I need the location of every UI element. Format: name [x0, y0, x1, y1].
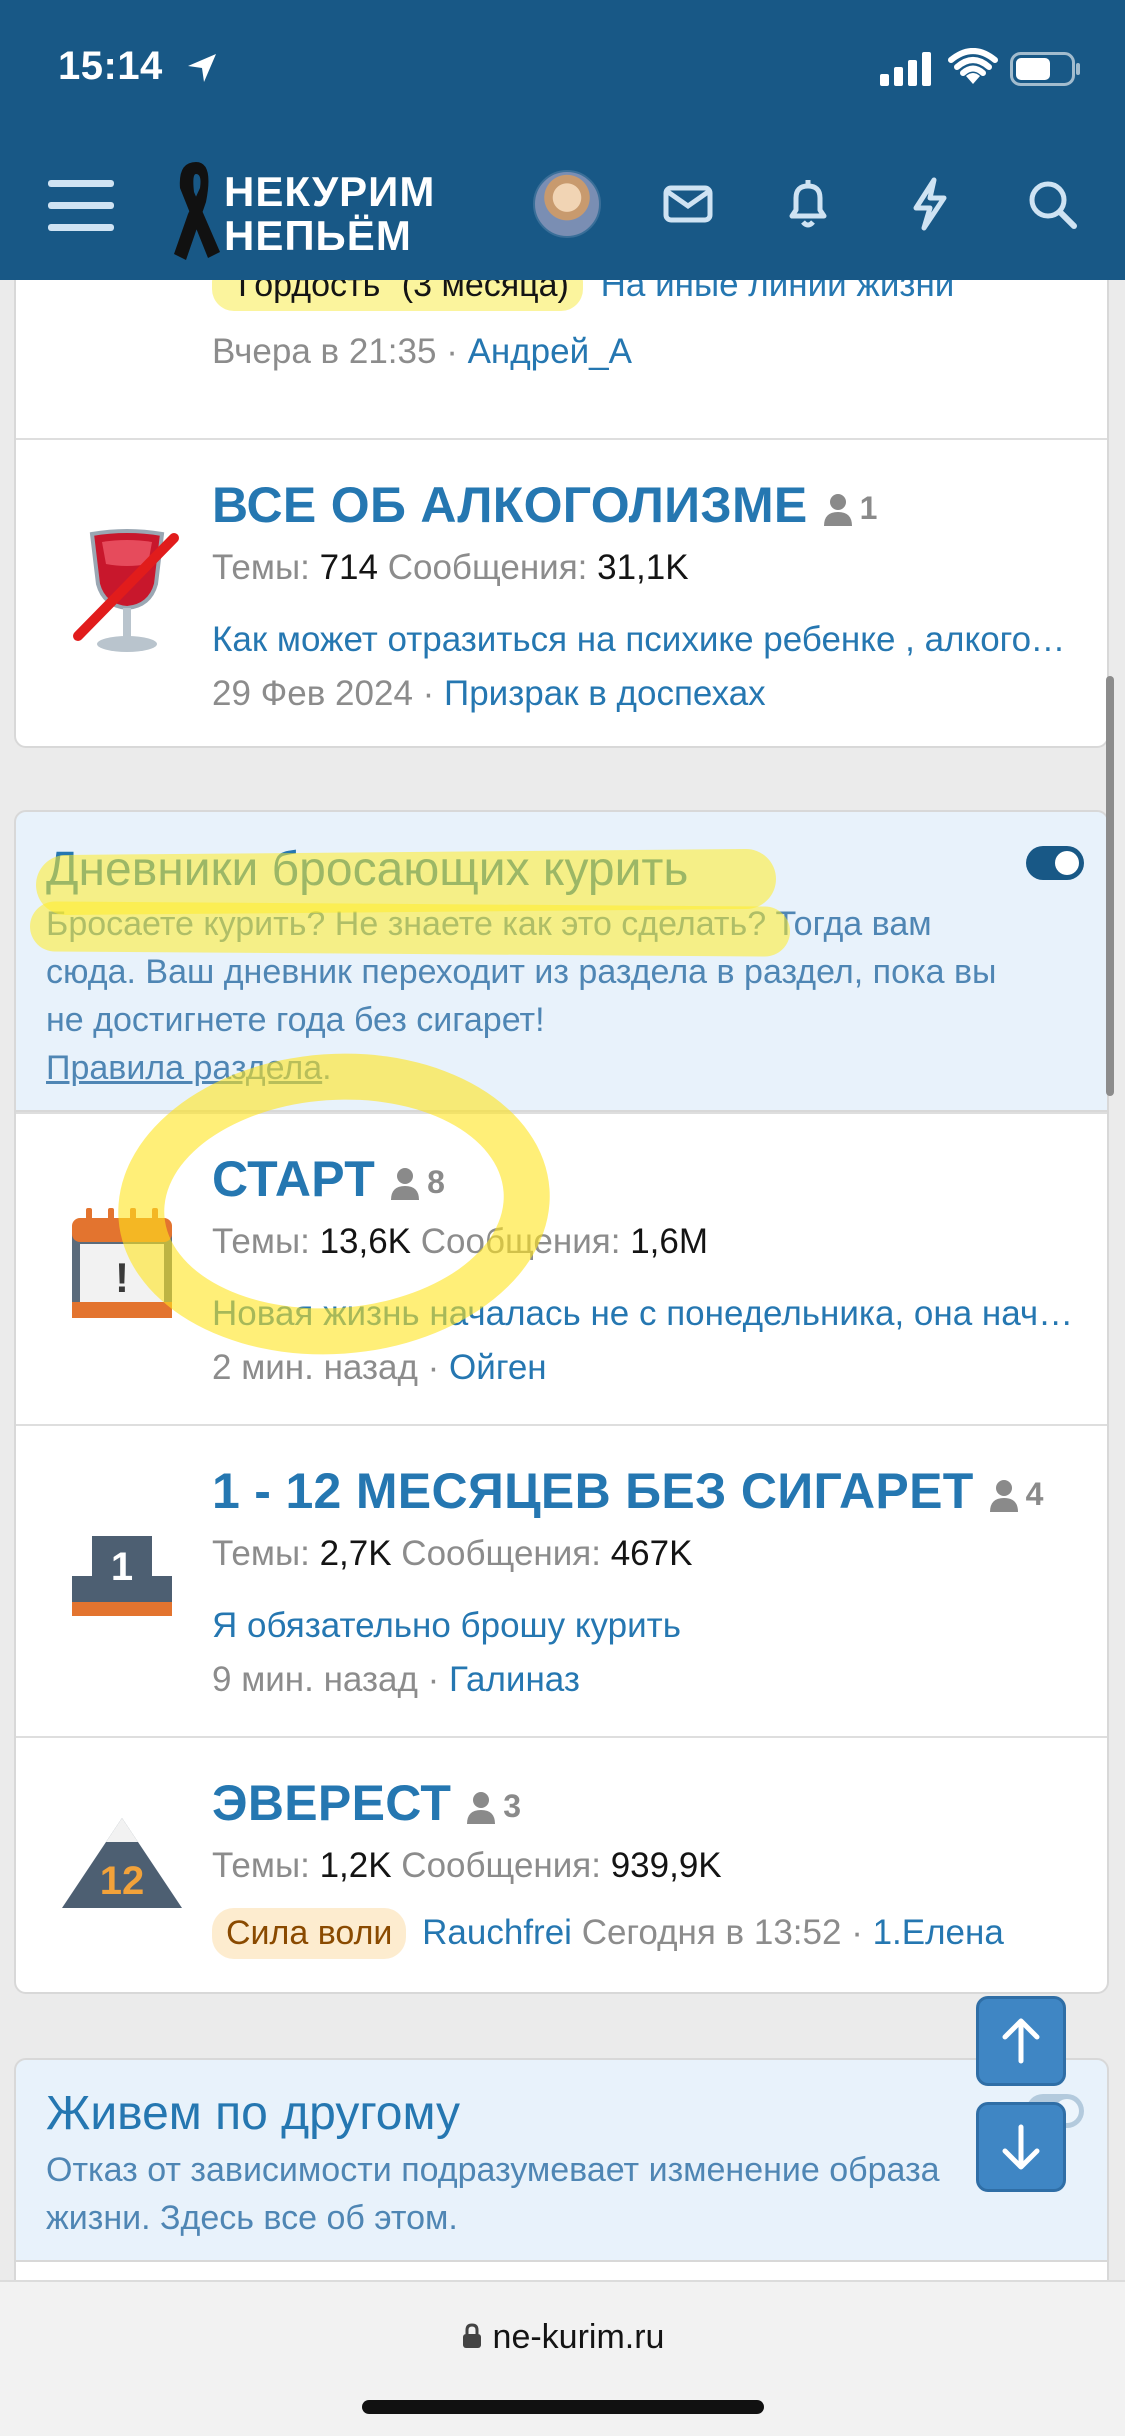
mail-icon[interactable] [658, 174, 718, 234]
last-post-author[interactable]: Призрак в доспехах [444, 674, 766, 713]
category-header-living-differently[interactable]: Живем по другому Отказ от зависимости по… [14, 2058, 1109, 2262]
svg-text:!: ! [115, 1254, 129, 1301]
rules-link[interactable]: Правила раздела [46, 1049, 322, 1087]
last-post-link[interactable]: Я обязательно брошу курить [212, 1606, 1079, 1646]
forum-stats: Темы: 1,2K Сообщения: 939,9K [212, 1846, 722, 1885]
scrollbar[interactable] [1106, 676, 1114, 1096]
browser-address-bar[interactable]: ne-kurim.ru [0, 2280, 1125, 2436]
lock-icon [462, 2323, 481, 2348]
category-title[interactable]: Живем по другому [46, 2086, 460, 2141]
avatar[interactable] [533, 170, 601, 238]
last-post-author[interactable]: Андрей_А [468, 332, 632, 371]
last-post-meta: Вчера в 21:35 · Андрей_А [212, 332, 632, 371]
nav-bar: НЕКУРИМ НЕПЬЁМ [0, 140, 1125, 280]
users-online: 4 [988, 1476, 1044, 1513]
forum-title[interactable]: 1 - 12 МЕСЯЦЕВ БЕЗ СИГАРЕТ 4 [212, 1462, 1044, 1520]
category-description: Бросаете курить? Не знаете как это сдела… [46, 905, 997, 1087]
user-icon [467, 1791, 496, 1824]
last-post-date: Вчера в 21:35 [212, 332, 437, 371]
wine-glass-icon [52, 514, 202, 664]
user-icon [823, 493, 852, 526]
forum-row-start[interactable]: ! СТАРТ 8 Темы: 13,6K Сообщения: 1,6M Нов… [16, 1112, 1107, 1424]
last-post-meta: 29 Фев 2024 · Призрак в доспехах [212, 674, 766, 713]
arrow-up-icon [1002, 2018, 1040, 2064]
forum-title[interactable]: СТАРТ 8 [212, 1150, 445, 1208]
search-icon[interactable] [1022, 174, 1082, 234]
last-post-meta: 9 мин. назад · Галиназ [212, 1660, 580, 1699]
forum-row-alcoholism[interactable]: ВСЕ ОБ АЛКОГОЛИЗМЕ 1 Темы: 714 Сообщения:… [16, 438, 1107, 746]
last-post-meta: 2 мин. назад · Ойген [212, 1348, 547, 1387]
forum-stats: Темы: 2,7K Сообщения: 467K [212, 1534, 693, 1573]
url-display[interactable]: ne-kurim.ru [0, 2318, 1125, 2357]
user-icon [391, 1167, 420, 1200]
location-arrow-icon [188, 54, 216, 82]
podium-icon: 1 [52, 1506, 202, 1656]
svg-text:1: 1 [111, 1545, 133, 1589]
arrow-down-icon [1002, 2124, 1040, 2170]
forum-title[interactable]: ЭВЕРЕСТ 3 [212, 1774, 521, 1832]
ribbon-icon [174, 162, 220, 260]
last-post-author[interactable]: Ойген [449, 1348, 547, 1387]
last-post-date: 29 Фев 2024 [212, 674, 413, 713]
app-header: 15:14 НЕКУРИМ НЕПЬЁМ [0, 0, 1125, 280]
users-online: 8 [389, 1164, 445, 1201]
last-post-author[interactable]: Галиназ [449, 1660, 580, 1699]
forum-title[interactable]: ВСЕ ОБ АЛКОГОЛИЗМЕ 1 [212, 476, 878, 534]
last-post-author[interactable]: 1.Елена [873, 1913, 1004, 1952]
last-post-link[interactable]: Как может отразиться на психике ребенке … [212, 620, 1079, 660]
category-description: Отказ от зависимости подразумевает измен… [46, 2151, 940, 2237]
last-post-date: Сегодня в 13:52 [581, 1913, 842, 1952]
last-post-meta: Сила воли Rauchfrei Сегодня в 13:52 · 1.… [212, 1908, 1004, 1959]
status-bar: 15:14 [0, 0, 1125, 140]
home-indicator[interactable] [362, 2400, 764, 2414]
forum-row-1-12-months[interactable]: 1 1 - 12 МЕСЯЦЕВ БЕЗ СИГАРЕТ 4 Темы: 2,7K… [16, 1424, 1107, 1736]
category-title[interactable]: Дневники бросающих курить [46, 842, 688, 897]
forum-row-everest[interactable]: 12 ЭВЕРЕСТ 3 Темы: 1,2K Сообщения: 939,9K… [16, 1736, 1107, 1992]
last-post-date: 9 мин. назад [212, 1660, 418, 1699]
svg-text:12: 12 [100, 1859, 145, 1903]
prefix-tag[interactable]: Сила воли [212, 1908, 407, 1959]
mountain-icon: 12 [52, 1798, 202, 1948]
site-logo[interactable]: НЕКУРИМ НЕПЬЁМ [168, 156, 478, 266]
lightning-icon[interactable] [900, 174, 960, 234]
last-post-link[interactable]: Rauchfrei [422, 1913, 572, 1952]
forum-card-diaries: ! СТАРТ 8 Темы: 13,6K Сообщения: 1,6M Нов… [14, 1110, 1109, 1994]
last-post-link[interactable]: Новая жизнь началась не с понедельника, … [212, 1294, 1079, 1334]
bell-icon[interactable] [778, 174, 838, 234]
cellular-signal-icon [880, 52, 931, 86]
last-post-date: 2 мин. назад [212, 1348, 418, 1387]
users-online: 1 [822, 490, 878, 527]
scroll-down-button[interactable] [976, 2102, 1066, 2192]
forum-card-previous-category: "Гордость" (3 месяца) На иные линии жизн… [14, 230, 1109, 748]
battery-icon [1010, 52, 1080, 86]
scroll-up-button[interactable] [976, 1996, 1066, 2086]
collapse-toggle[interactable] [1026, 846, 1084, 880]
forum-stats: Темы: 13,6K Сообщения: 1,6M [212, 1222, 708, 1261]
users-online: 3 [465, 1788, 521, 1825]
menu-icon[interactable] [48, 176, 114, 236]
user-icon [989, 1479, 1018, 1512]
category-header-diaries[interactable]: Дневники бросающих курить Бросаете курит… [14, 810, 1109, 1112]
calendar-icon: ! [52, 1194, 202, 1344]
wifi-icon [948, 48, 998, 84]
forum-stats: Темы: 714 Сообщения: 31,1K [212, 548, 689, 587]
status-time: 15:14 [58, 44, 163, 88]
